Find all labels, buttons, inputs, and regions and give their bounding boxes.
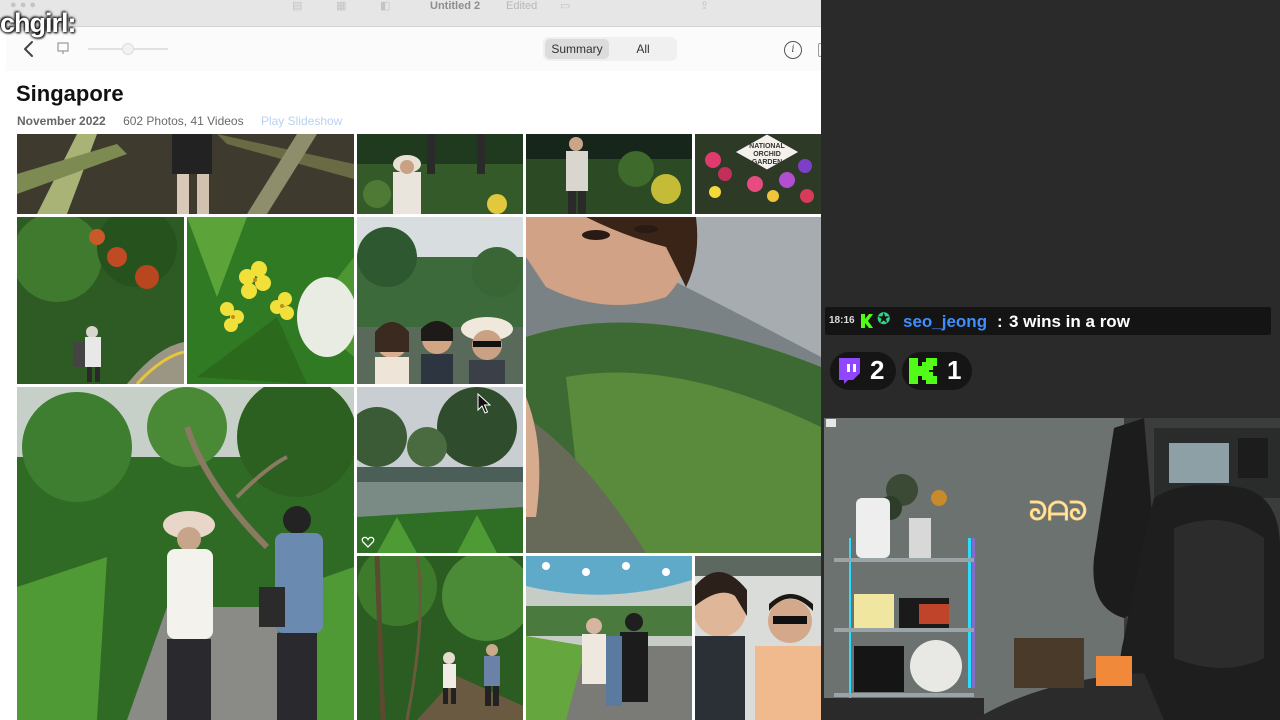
- photo-tile[interactable]: [17, 217, 184, 384]
- toolbar-icon[interactable]: ▭: [560, 0, 570, 12]
- photo-tile[interactable]: [357, 217, 523, 384]
- play-slideshow-link[interactable]: Play Slideshow: [261, 114, 342, 128]
- twitch-viewer-badge: 2: [830, 352, 896, 390]
- toolbar-icon[interactable]: ◧: [380, 0, 390, 12]
- neon-sign: ᘐᗩᘐ: [1029, 497, 1087, 527]
- photo-tile[interactable]: [17, 387, 354, 720]
- photo-tile[interactable]: [695, 556, 821, 720]
- kick-icon: [909, 358, 937, 384]
- svg-text:NATIONAL: NATIONAL: [749, 143, 785, 150]
- kick-viewer-badge: 1: [902, 352, 972, 390]
- photo-tile[interactable]: [526, 217, 821, 553]
- photo-grid: NATIONAL ORCHID GARDEN: [0, 134, 821, 720]
- back-chevron-icon[interactable]: [22, 39, 36, 59]
- album-date: November 2022: [17, 114, 106, 128]
- photo-tile[interactable]: [357, 387, 523, 553]
- zoom-slider[interactable]: [88, 43, 168, 55]
- album-title: Singapore: [16, 81, 124, 106]
- sidebar-toggle-icon[interactable]: [818, 43, 821, 57]
- mouse-cursor-icon: [477, 393, 491, 414]
- view-segmented-control: Summary All: [543, 37, 677, 61]
- photo-tile[interactable]: [187, 217, 354, 384]
- photo-tile[interactable]: [357, 556, 523, 720]
- photos-app-window: ● ● ● ▤ ▦ ◧ Untitled 2 Edited ▭ ⇪ chgirl…: [0, 0, 821, 720]
- chat-message: 18:16 ✪ seo_jeong : 3 wins in a row: [825, 307, 1271, 335]
- info-icon[interactable]: i: [784, 41, 802, 59]
- photo-tile[interactable]: [357, 134, 523, 214]
- kick-badge-icon: [861, 314, 873, 328]
- title-bar: ● ● ● ▤ ▦ ◧ Untitled 2 Edited ▭ ⇪: [0, 0, 821, 27]
- window-status: Edited: [506, 0, 538, 12]
- zoom-slider-thumb[interactable]: [122, 43, 134, 55]
- photo-tile[interactable]: NATIONAL ORCHID GARDEN: [695, 134, 821, 214]
- svg-text:ORCHID: ORCHID: [753, 151, 781, 158]
- window-title: Untitled 2: [430, 0, 481, 12]
- photo-tile[interactable]: [526, 134, 692, 214]
- album-count: 602 Photos, 41 Videos: [123, 114, 244, 128]
- photo-tile[interactable]: [17, 134, 354, 214]
- star-badge-icon: ✪: [877, 311, 891, 328]
- chat-separator: :: [997, 312, 1003, 331]
- photo-tile[interactable]: [526, 556, 692, 720]
- summary-tab[interactable]: Summary: [545, 39, 609, 59]
- toolbar-icon[interactable]: ▦: [336, 0, 346, 12]
- share-icon[interactable]: ⇪: [700, 0, 709, 12]
- stream-watermark: chgirl:: [0, 8, 77, 38]
- kick-count: 1: [947, 355, 962, 385]
- album-meta: November 2022 602 Photos, 41 Videos Play…: [17, 114, 342, 128]
- toolbar-icon[interactable]: ▤: [292, 0, 302, 12]
- chat-timestamp: 18:16: [829, 315, 855, 326]
- twitch-icon: [839, 358, 860, 384]
- svg-text:GARDEN: GARDEN: [752, 159, 782, 166]
- chat-message-text: 3 wins in a row: [1009, 312, 1130, 331]
- favorite-heart-icon[interactable]: [361, 535, 375, 549]
- photos-toolbar: Summary All i: [6, 27, 821, 71]
- chat-username[interactable]: seo_jeong: [903, 312, 987, 332]
- all-tab[interactable]: All: [611, 39, 675, 59]
- twitch-count: 2: [870, 355, 885, 385]
- webcam-feed: ᘐᗩᘐ: [824, 418, 1280, 720]
- zoom-small-icon: [57, 42, 69, 54]
